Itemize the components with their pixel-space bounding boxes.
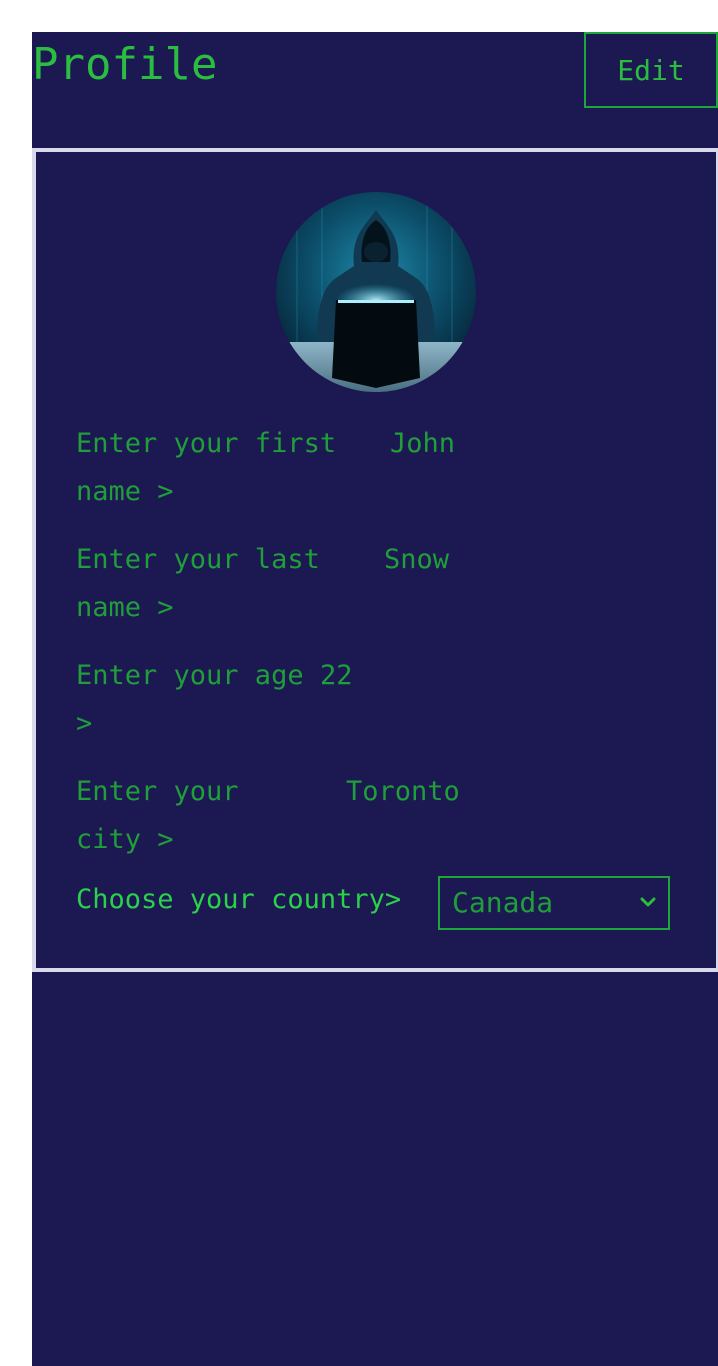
last-name-value[interactable]: Snow <box>384 536 449 584</box>
city-label: Enter your city > <box>76 776 239 855</box>
profile-screen: Profile Edit Enter your first name > Joh… <box>32 32 718 1366</box>
chevron-down-icon <box>640 897 656 907</box>
first-name-value[interactable]: John <box>390 420 455 468</box>
last-name-label: Enter your last name > <box>76 544 320 623</box>
country-select[interactable]: Canada <box>438 876 670 930</box>
profile-card: Enter your first name > John Enter your … <box>32 148 718 972</box>
page-title: Profile <box>32 39 218 90</box>
country-label: Choose your country> <box>76 884 402 915</box>
first-name-label: Enter your first name > <box>76 428 337 507</box>
edit-button[interactable]: Edit <box>584 32 718 108</box>
country-selected-value: Canada <box>452 886 554 919</box>
city-value[interactable]: Toronto <box>346 768 460 816</box>
hacker-avatar-icon <box>276 192 476 392</box>
age-value[interactable]: 22 <box>320 652 353 700</box>
age-label: Enter your age > <box>76 660 304 739</box>
